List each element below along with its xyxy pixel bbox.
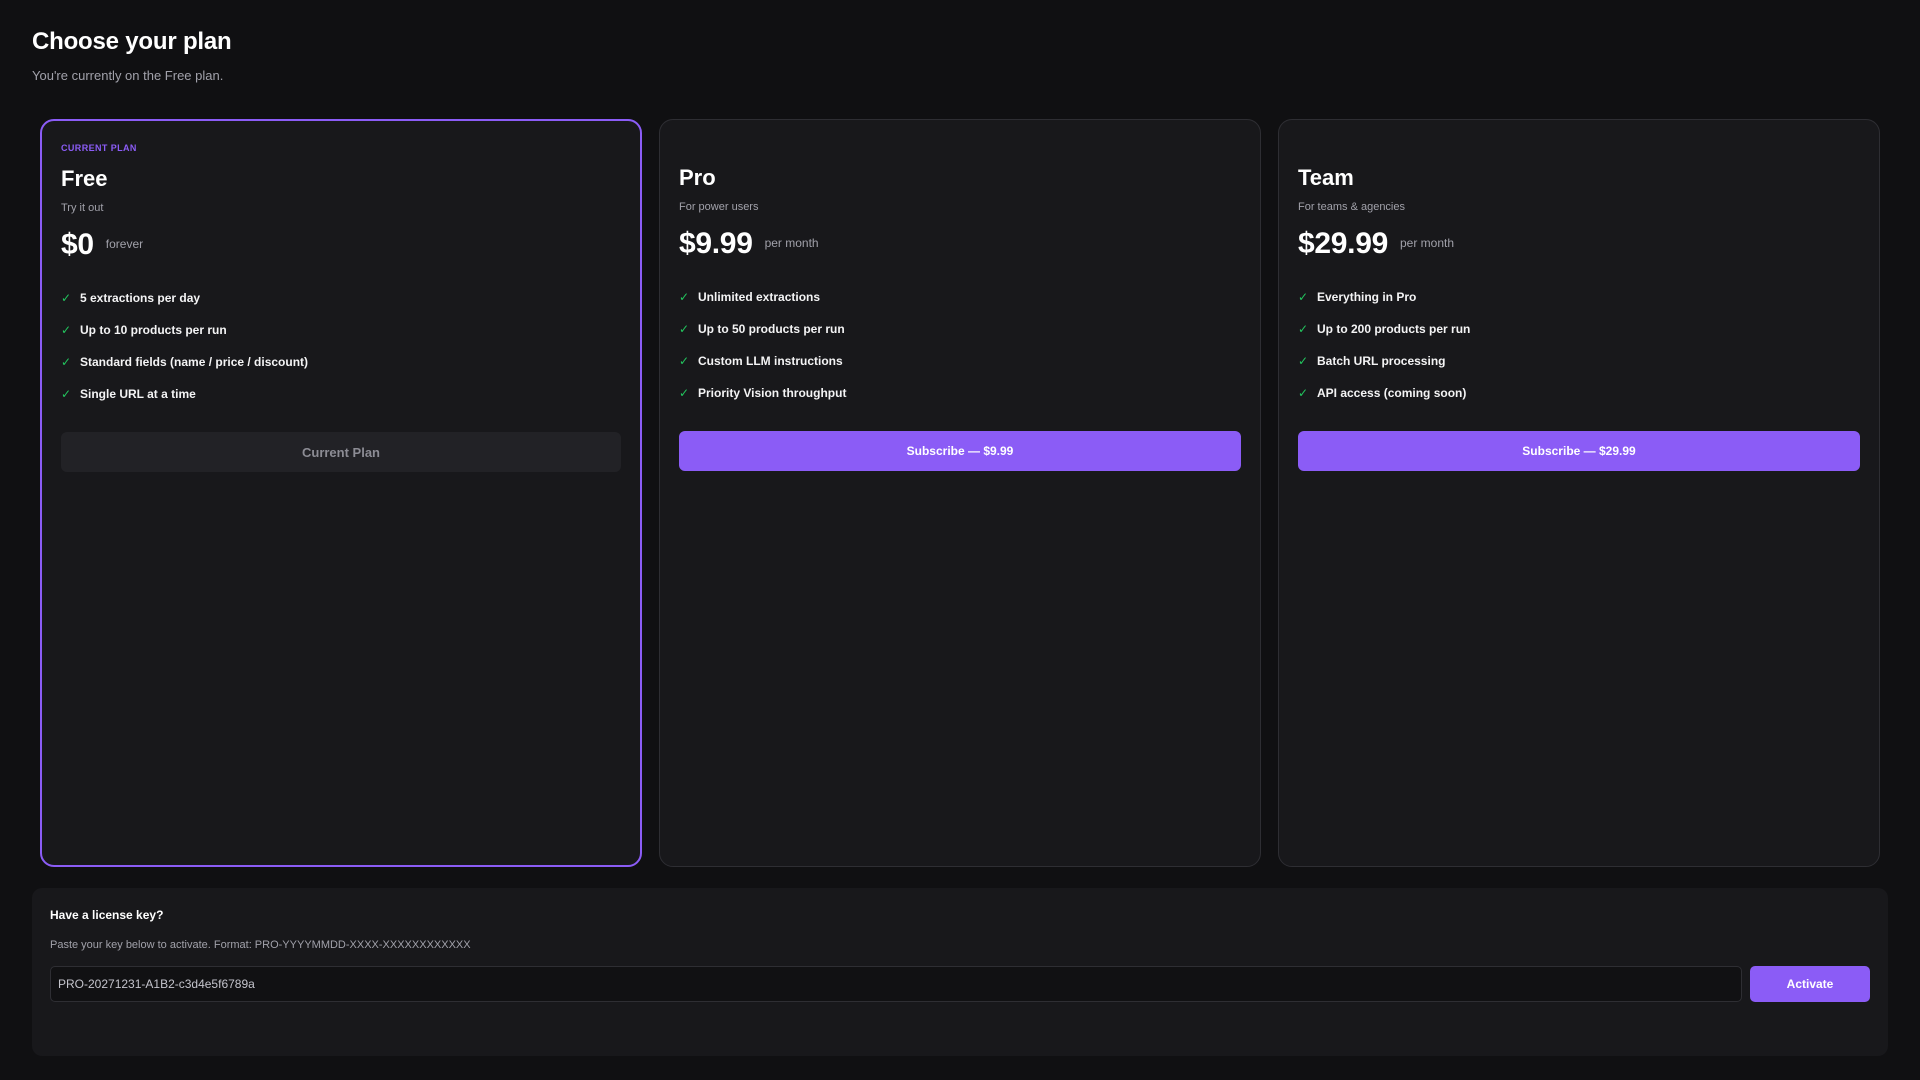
feature-label: Up to 10 products per run: [80, 323, 227, 337]
check-icon: ✓: [1298, 290, 1309, 304]
plan-period: forever: [105, 237, 144, 251]
license-key-input[interactable]: [50, 966, 1742, 1002]
plan-period: per month: [1399, 236, 1454, 250]
license-row: Activate: [50, 966, 1870, 1002]
feature-label: Unlimited extractions: [698, 290, 821, 304]
feature-list: ✓ Unlimited extractions ✓ Up to 50 produ…: [679, 281, 1241, 409]
plan-card-team: Team For teams & agencies $29.99 per mon…: [1278, 119, 1880, 867]
plan-tagline: For power users: [679, 201, 759, 213]
plan-card-free: CURRENT PLAN Free Try it out $0 forever …: [40, 119, 642, 867]
subscribe-pro-button[interactable]: Subscribe — $9.99: [679, 431, 1241, 471]
current-plan-button[interactable]: Current Plan: [61, 432, 621, 472]
price-row: $29.99 per month: [1298, 227, 1860, 261]
plan-price: $29.99: [1298, 227, 1388, 260]
check-icon: ✓: [679, 290, 690, 304]
feature-label: Up to 50 products per run: [698, 322, 845, 336]
feature-label: API access (coming soon): [1317, 386, 1467, 400]
plan-card-pro: Pro For power users $9.99 per month ✓ Un…: [659, 119, 1261, 867]
plan-name: Free: [61, 166, 108, 191]
feature-item: ✓ Up to 50 products per run: [679, 313, 1241, 345]
plan-name: Pro: [679, 165, 716, 190]
check-icon: ✓: [61, 387, 72, 401]
feature-list: ✓ Everything in Pro ✓ Up to 200 products…: [1298, 281, 1860, 409]
feature-label: 5 extractions per day: [80, 291, 201, 305]
subscribe-team-button[interactable]: Subscribe — $29.99: [1298, 431, 1860, 471]
check-icon: ✓: [679, 386, 690, 400]
check-icon: ✓: [61, 355, 72, 369]
license-title: Have a license key?: [50, 908, 164, 922]
feature-item: ✓ Up to 200 products per run: [1298, 313, 1860, 345]
plan-price: $9.99: [679, 227, 753, 260]
price-row: $9.99 per month: [679, 227, 1241, 261]
check-icon: ✓: [61, 323, 72, 337]
plan-price: $0: [61, 228, 94, 261]
feature-item: ✓ 5 extractions per day: [61, 282, 621, 314]
plan-tag: [1298, 142, 1860, 154]
plan-tagline: For teams & agencies: [1298, 201, 1405, 213]
feature-item: ✓ Priority Vision throughput: [679, 377, 1241, 409]
feature-item: ✓ API access (coming soon): [1298, 377, 1860, 409]
feature-label: Batch URL processing: [1317, 354, 1446, 368]
price-row: $0 forever: [61, 228, 621, 262]
feature-item: ✓ Single URL at a time: [61, 378, 621, 410]
feature-list: ✓ 5 extractions per day ✓ Up to 10 produ…: [61, 282, 621, 410]
check-icon: ✓: [679, 322, 690, 336]
feature-item: ✓ Unlimited extractions: [679, 281, 1241, 313]
plan-period: per month: [764, 236, 819, 250]
feature-item: ✓ Custom LLM instructions: [679, 345, 1241, 377]
feature-item: ✓ Everything in Pro: [1298, 281, 1860, 313]
page-title: Choose your plan: [32, 28, 232, 55]
plan-tag: [679, 142, 1241, 154]
license-help-text: Paste your key below to activate. Format…: [50, 939, 471, 951]
check-icon: ✓: [679, 354, 690, 368]
feature-item: ✓ Standard fields (name / price / discou…: [61, 346, 621, 378]
check-icon: ✓: [61, 291, 72, 305]
page-header: Choose your plan You're currently on the…: [32, 28, 232, 83]
billing-page: Choose your plan You're currently on the…: [0, 0, 1920, 1080]
feature-item: ✓ Batch URL processing: [1298, 345, 1860, 377]
plan-name: Team: [1298, 165, 1354, 190]
feature-label: Priority Vision throughput: [698, 386, 847, 400]
feature-item: ✓ Up to 10 products per run: [61, 314, 621, 346]
check-icon: ✓: [1298, 354, 1309, 368]
feature-label: Single URL at a time: [80, 387, 196, 401]
feature-label: Up to 200 products per run: [1317, 322, 1471, 336]
feature-label: Standard fields (name / price / discount…: [80, 355, 309, 369]
check-icon: ✓: [1298, 386, 1309, 400]
plan-tagline: Try it out: [61, 202, 104, 214]
activate-button[interactable]: Activate: [1750, 966, 1870, 1002]
current-plan-badge: CURRENT PLAN: [61, 143, 137, 153]
license-key-panel: Have a license key? Paste your key below…: [32, 888, 1888, 1056]
check-icon: ✓: [1298, 322, 1309, 336]
feature-label: Custom LLM instructions: [698, 354, 843, 368]
page-subtitle: You're currently on the Free plan.: [32, 68, 224, 83]
plan-cards: CURRENT PLAN Free Try it out $0 forever …: [40, 119, 1880, 867]
feature-label: Everything in Pro: [1317, 290, 1417, 304]
